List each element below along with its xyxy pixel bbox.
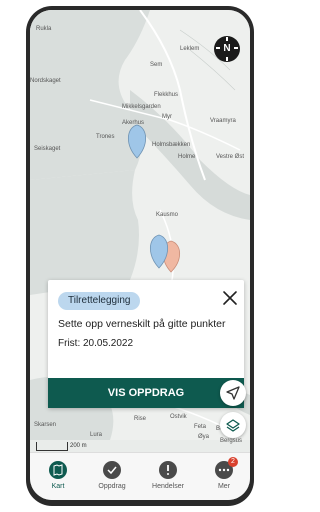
map-label: Lura [90, 432, 103, 438]
nav-item-oppdrag[interactable]: Oppdrag [90, 461, 134, 500]
map-label: Myr [162, 114, 172, 120]
map-label: Holmsbækken [152, 142, 191, 148]
scale-label: 200 m [70, 443, 87, 449]
map-label: Akerhus [122, 120, 145, 126]
map-label: Vraamyra [210, 118, 236, 124]
map-label: Øya [198, 434, 210, 440]
layers-icon [226, 419, 240, 432]
map-label: Mikkelsgarden [122, 104, 161, 110]
layers-button[interactable] [220, 412, 246, 438]
map-label: Ostvik [170, 414, 187, 420]
compass-north-label: N [223, 43, 231, 54]
nav-item-hendelser[interactable]: Hendelser [146, 461, 190, 500]
map-label: Holme [178, 154, 196, 160]
close-icon[interactable] [222, 290, 238, 306]
map-label: Leklem [180, 46, 200, 52]
view-task-button[interactable]: VIS OPPDRAG [48, 378, 244, 408]
nav-item-mer[interactable]: 2 Mer [202, 457, 246, 500]
locate-button[interactable] [220, 380, 246, 406]
nav-label: Hendelser [152, 483, 184, 490]
bottom-nav: Kart Oppdrag Hendelser 2 Mer [30, 452, 250, 500]
map-label: Vestre Øst [216, 154, 245, 160]
map-label: Seiskaget [34, 146, 61, 152]
app-screen: Rukla Leklem Sem Flekkhus Nordskaget Mik… [30, 10, 250, 500]
category-badge: Tilrettelegging [58, 292, 141, 310]
check-circle-icon [103, 461, 121, 479]
notification-badge: 2 [228, 457, 238, 467]
navigation-arrow-icon [226, 386, 240, 400]
map-label: Rukla [36, 26, 52, 32]
map-label: Bergsus [220, 438, 243, 444]
nav-label: Mer [217, 483, 231, 490]
map-label: Sem [150, 62, 163, 68]
task-card[interactable]: Tilrettelegging Sette opp verneskilt på … [48, 280, 244, 408]
map-label: Nordskaget [30, 78, 61, 84]
compass-button[interactable]: N [214, 36, 240, 62]
map-label: Feta [194, 424, 207, 430]
map-label: Skarsen [34, 422, 57, 428]
map-icon [49, 461, 67, 479]
compass-tick [226, 57, 228, 61]
nav-label: Oppdrag [98, 483, 126, 490]
exclamation-icon [159, 461, 177, 479]
map-label: Kausmo [156, 212, 179, 218]
nav-item-kart[interactable]: Kart [36, 461, 80, 500]
compass-tick [226, 37, 228, 41]
scale-bar [36, 442, 68, 451]
nav-label: Kart [51, 483, 65, 490]
task-title: Sette opp verneskilt på gitte punkter [58, 318, 226, 330]
map-label: Rise [134, 416, 147, 422]
task-deadline: Frist: 20.05.2022 [58, 338, 134, 349]
map-label: Flekkhus [154, 92, 179, 98]
map-label: Trones [96, 134, 115, 140]
